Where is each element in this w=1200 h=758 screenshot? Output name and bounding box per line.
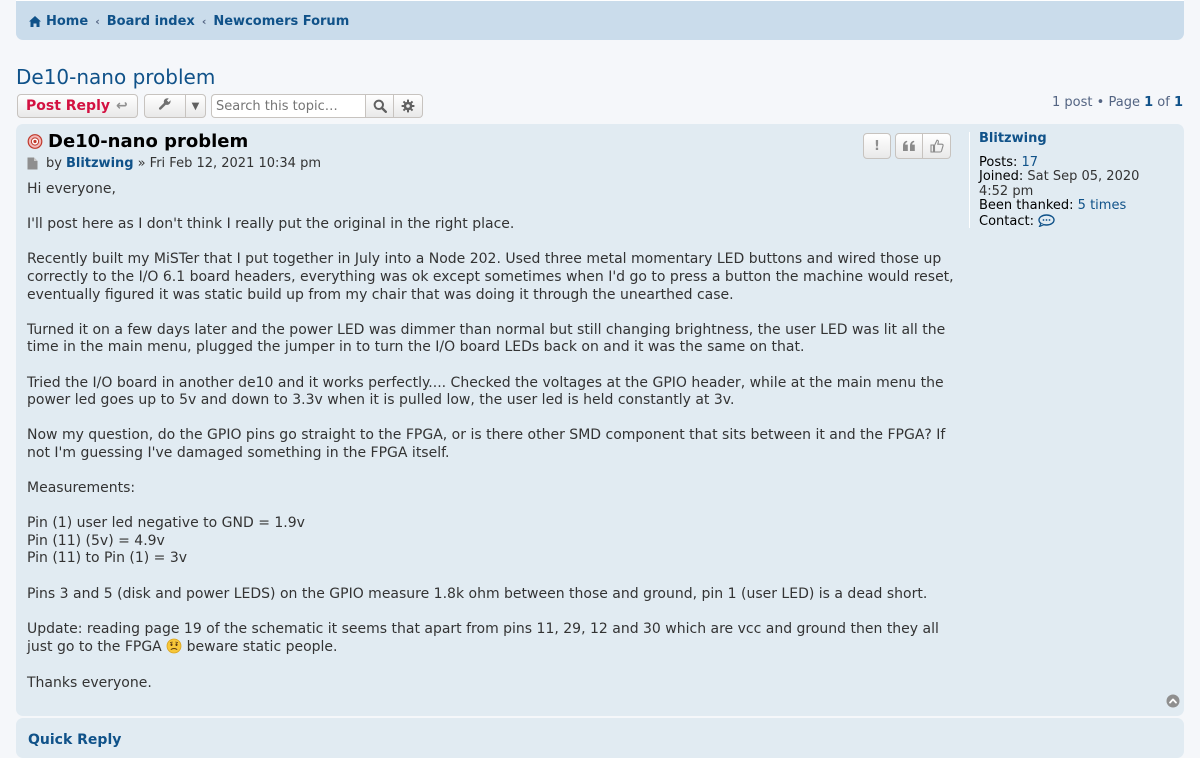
post-paragraph: I'll post here as I don't think I really… [27, 216, 515, 233]
profile-thanked: Been thanked: 5 times [979, 198, 1169, 214]
post-reply-button[interactable]: Post Reply ↩ [17, 94, 138, 118]
post-paragraph: Measurements: [27, 480, 136, 497]
search-icon [373, 99, 387, 113]
thanks-button[interactable] [923, 133, 951, 159]
wrench-icon [145, 97, 185, 115]
total-pages: 1 [1173, 95, 1183, 110]
quote-icon [903, 140, 915, 151]
topic-search [211, 94, 423, 118]
post-paragraph: Pins 3 and 5 (disk and power LEDS) on th… [27, 585, 928, 602]
reply-arrow-icon: ↩ [116, 98, 128, 114]
post-body: De10-nano problem by Blitzwing » Fri Feb… [27, 130, 957, 710]
update-text-end: beware static people. [186, 639, 338, 656]
post-buttons: ! [863, 133, 951, 159]
search-button[interactable] [365, 94, 394, 118]
thumbs-up-icon [929, 139, 944, 153]
current-page: 1 [1144, 95, 1154, 110]
quick-reply-heading: Quick Reply [28, 732, 122, 748]
back-to-top-icon[interactable] [1166, 694, 1180, 708]
post-count: 1 post [1052, 95, 1093, 110]
thanked-count-link[interactable]: 5 times [1078, 198, 1127, 213]
profile-contact: Contact: [979, 214, 1169, 230]
posts-label: Posts: [979, 154, 1018, 170]
post-content: Hi everyone, I'll post here as I don't t… [27, 181, 957, 692]
topic-tools-button[interactable]: ▼ [144, 94, 206, 118]
breadcrumb-home-link[interactable]: Home [46, 14, 88, 29]
measurements-list: Pin (1) user led negative to GND = 1.9v … [27, 515, 957, 568]
measurement-line: Pin (11) (5v) = 4.9v [27, 532, 165, 549]
post-author-line: by Blitzwing » Fri Feb 12, 2021 10:34 pm [27, 156, 957, 171]
breadcrumb-board-index-link[interactable]: Board index [107, 14, 195, 29]
posts-count-link[interactable]: 17 [1022, 155, 1039, 170]
of-label: of [1157, 95, 1170, 110]
quick-reply-panel: Quick Reply [16, 718, 1184, 758]
breadcrumb: Home ‹ Board index ‹ Newcomers Forum [28, 14, 349, 29]
gear-icon [401, 99, 415, 113]
chevron-left-icon: ‹ [95, 15, 100, 28]
post-paragraph: Thanks everyone. [27, 674, 152, 691]
page-label: Page [1108, 95, 1140, 110]
exclamation-icon: ! [874, 138, 880, 154]
post-title[interactable]: De10-nano problem [48, 131, 248, 152]
worried-smiley-icon [166, 639, 182, 654]
navbar: Home ‹ Board index ‹ Newcomers Forum [16, 0, 1184, 40]
thanked-label: Been thanked: [979, 198, 1074, 213]
post-icon[interactable] [27, 157, 38, 170]
chevron-left-icon: ‹ [201, 15, 207, 28]
post-reply-label: Post Reply [26, 98, 110, 114]
report-button[interactable]: ! [863, 133, 891, 159]
profile-joined: Joined: Sat Sep 05, 2020 4:52 pm [979, 169, 1169, 199]
measurement-line: Pin (1) user led negative to GND = 1.9v [27, 515, 305, 532]
chevron-down-icon: ▼ [185, 95, 205, 117]
quote-button[interactable] [895, 133, 923, 159]
page-title[interactable]: De10-nano problem [16, 65, 215, 89]
search-input[interactable] [211, 94, 365, 118]
unread-post-icon[interactable] [27, 133, 43, 149]
post-paragraph: Now my question, do the GPIO pins go str… [27, 427, 946, 461]
speech-bubble-icon[interactable] [1038, 213, 1055, 228]
breadcrumb-forum-link[interactable]: Newcomers Forum [213, 14, 349, 29]
post-paragraph: Turned it on a few days later and the po… [27, 321, 946, 356]
action-bar: Post Reply ↩ ▼ [17, 94, 423, 118]
post-paragraph: Recently built my MiSTer that I put toge… [27, 251, 954, 303]
contact-label: Contact: [979, 213, 1034, 229]
joined-label: Joined: [979, 169, 1024, 184]
home-icon [29, 16, 41, 27]
profile-posts: Posts: 17 [979, 154, 1169, 171]
post-profile: Blitzwing Posts: 17 Joined: Sat Sep 05, … [969, 131, 1169, 230]
by-label: by [46, 156, 62, 171]
measurement-line: Pin (11) to Pin (1) = 3v [27, 550, 188, 567]
post-author-link[interactable]: Blitzwing [66, 156, 134, 171]
advanced-search-button[interactable] [394, 94, 423, 118]
pagination: 1 post • Page 1 of 1 [1052, 95, 1183, 110]
bullet-separator: • [1096, 95, 1109, 110]
update-text: Update: reading page 19 of the schematic… [27, 620, 939, 656]
post-paragraph: Tried the I/O board in another de10 and … [27, 374, 944, 409]
navbar-divider [16, 0, 1184, 1]
post-paragraph-update: Update: reading page 19 of the schematic… [27, 621, 957, 657]
post: De10-nano problem by Blitzwing » Fri Feb… [16, 124, 1184, 716]
profile-username[interactable]: Blitzwing [979, 131, 1169, 147]
post-paragraph: Hi everyone, [27, 181, 116, 197]
post-date: » Fri Feb 12, 2021 10:34 pm [137, 156, 321, 171]
